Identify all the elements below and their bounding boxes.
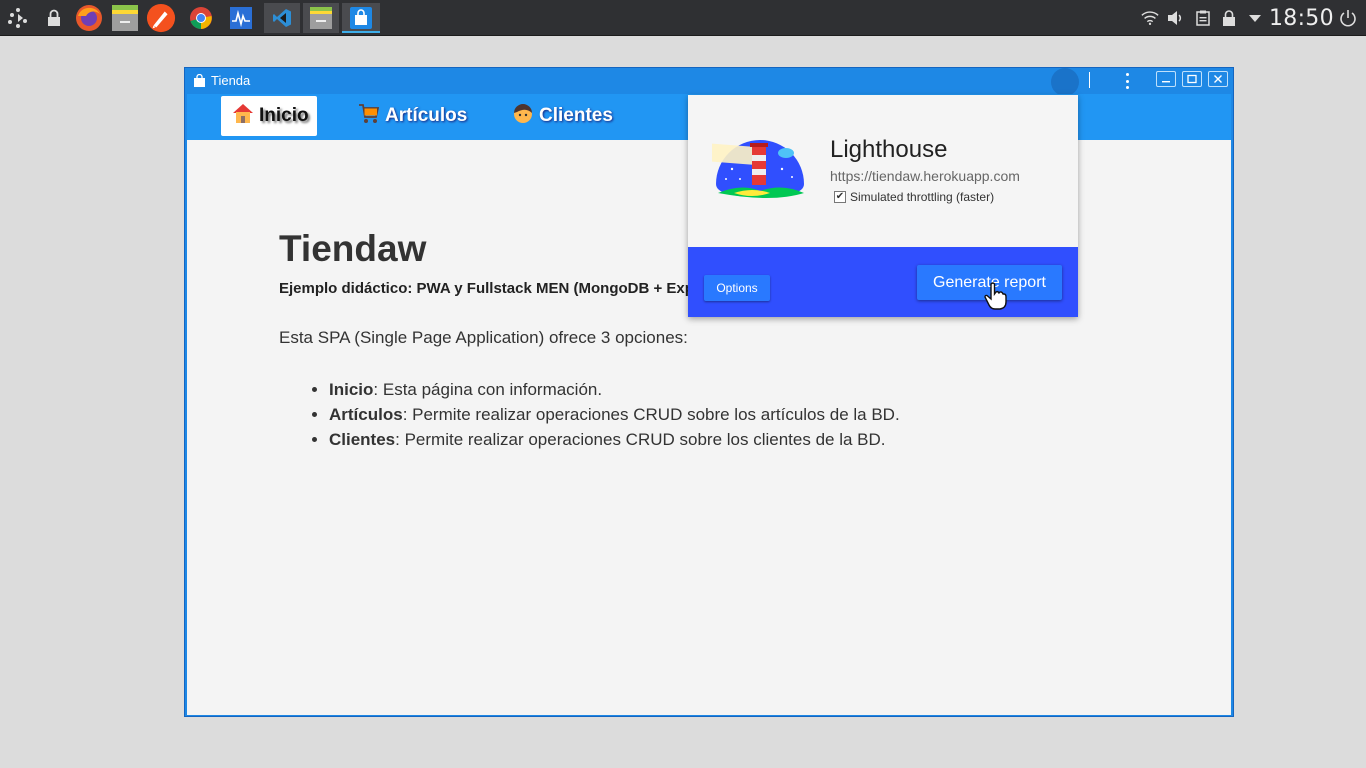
close-button[interactable] <box>1208 71 1228 87</box>
options-button[interactable]: Options <box>704 275 770 301</box>
minimize-button[interactable] <box>1156 71 1176 87</box>
lighthouse-footer: Options Generate report <box>688 247 1078 317</box>
page-intro: Esta SPA (Single Page Application) ofrec… <box>279 328 688 347</box>
system-monitor-icon[interactable] <box>226 3 256 33</box>
lock-icon[interactable] <box>1220 9 1238 27</box>
feature-description: : Permite realizar operaciones CRUD sobr… <box>402 405 900 424</box>
store-bag-icon <box>193 73 206 92</box>
hand-cursor-icon <box>984 282 1008 315</box>
firefox-icon[interactable] <box>74 3 104 33</box>
window-title: Tienda <box>211 73 251 88</box>
nav-item-articulos[interactable]: Artículos <box>347 96 477 136</box>
feature-description: : Permite realizar operaciones CRUD sobr… <box>395 430 886 449</box>
lighthouse-popup: Lighthouse https://tiendaw.herokuapp.com… <box>688 95 1078 317</box>
feature-name: Artículos <box>329 405 403 424</box>
power-icon[interactable] <box>1339 9 1357 27</box>
window-titlebar[interactable]: Tienda <box>185 68 1233 96</box>
wifi-icon[interactable] <box>1141 9 1159 27</box>
vscode-icon[interactable] <box>264 3 300 33</box>
clipboard-icon[interactable] <box>1194 9 1212 27</box>
lock-screen-icon[interactable] <box>39 3 69 33</box>
extension-button[interactable] <box>1051 68 1079 96</box>
nav-item-inicio[interactable]: Inicio <box>221 96 317 136</box>
page-subtitle: Ejemplo didáctico: PWA y Fullstack MEN (… <box>279 280 694 297</box>
audit-url: https://tiendaw.herokuapp.com <box>830 168 1020 184</box>
throttling-label: Simulated throttling (faster) <box>850 190 995 204</box>
system-taskbar: 18:50 <box>0 0 1366 36</box>
file-manager-icon[interactable] <box>110 3 140 33</box>
toolbar-separator <box>1089 72 1090 88</box>
file-manager-icon[interactable] <box>303 3 339 33</box>
nav-item-label: Inicio <box>259 105 309 126</box>
list-item: Inicio: Esta página con información. <box>329 377 900 402</box>
expand-arrow-icon[interactable] <box>1246 9 1264 27</box>
page-title: Tiendaw <box>279 228 427 269</box>
throttling-option[interactable]: ✔ Simulated throttling (faster) <box>834 190 994 204</box>
app-launcher-icon[interactable] <box>3 3 33 33</box>
nav-item-label: Clientes <box>539 105 613 126</box>
house-icon <box>231 101 255 131</box>
lighthouse-logo-icon <box>704 139 808 206</box>
list-item: Clientes: Permite realizar operaciones C… <box>329 427 900 452</box>
throttling-checkbox[interactable]: ✔ <box>834 191 846 203</box>
lighthouse-title: Lighthouse <box>830 136 948 163</box>
store-bag-icon[interactable] <box>342 3 380 33</box>
nav-item-clientes[interactable]: Clientes <box>501 96 623 136</box>
cart-icon <box>357 101 381 131</box>
chrome-icon[interactable] <box>186 3 216 33</box>
person-icon <box>511 101 535 131</box>
maximize-button[interactable] <box>1182 71 1202 87</box>
feature-description: : Esta página con información. <box>373 380 603 399</box>
list-item: Artículos: Permite realizar operaciones … <box>329 402 900 427</box>
feature-name: Inicio <box>329 380 374 399</box>
nav-item-label: Artículos <box>385 105 468 126</box>
inkscape-pen-icon[interactable] <box>146 3 176 33</box>
feature-name: Clientes <box>329 430 396 449</box>
clock[interactable]: 18:50 <box>1269 6 1334 31</box>
volume-icon[interactable] <box>1167 9 1185 27</box>
features-list: Inicio: Esta página con información. Art… <box>329 377 900 452</box>
active-task-indicator <box>342 31 380 33</box>
more-options-icon[interactable] <box>1123 73 1131 89</box>
